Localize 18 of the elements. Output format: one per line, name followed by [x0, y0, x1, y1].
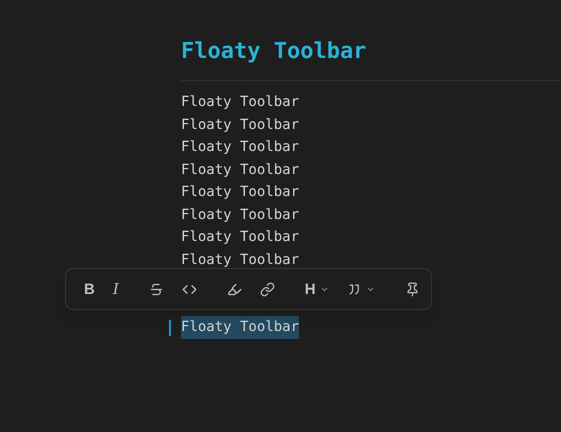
text-line: Floaty Toolbar — [181, 138, 300, 157]
pin-icon — [404, 282, 420, 296]
heading: Floaty Toolbar — [181, 38, 366, 66]
toolbar-button[interactable]: I — [106, 275, 126, 303]
text-line: Floaty Toolbar — [181, 160, 300, 180]
text-cursor — [169, 320, 171, 336]
text-line: Floaty Toolbar — [181, 183, 300, 202]
text-line: Floaty Toolbar — [181, 228, 300, 247]
text-line: Floaty Toolbar — [181, 206, 300, 224]
highlighter-icon — [226, 282, 242, 296]
text-line: Floaty Toolbar — [181, 250, 300, 270]
link-icon — [260, 282, 275, 296]
text-line: Floaty Toolbar — [181, 116, 300, 134]
quote-icon — [346, 282, 362, 296]
toolbar-button[interactable]: B — [77, 275, 102, 303]
text-line: Floaty Toolbar — [181, 93, 300, 112]
dropdown-button[interactable]: H — [298, 275, 336, 303]
strikethrough-icon — [148, 282, 164, 296]
